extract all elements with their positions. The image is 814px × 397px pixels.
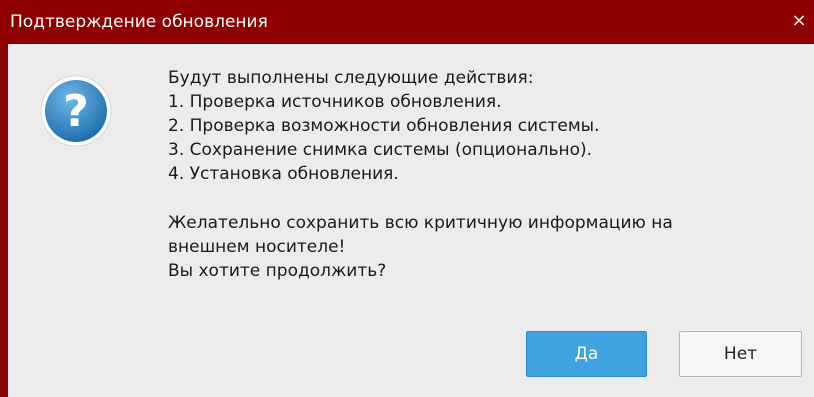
message-line: Будут выполнены следующие действия: [168, 68, 534, 88]
message-line: 3. Сохранение снимка системы (опциональн… [168, 140, 593, 160]
yes-button[interactable]: Да [526, 331, 647, 377]
close-icon[interactable]: × [789, 11, 809, 31]
dialog-body: ? Будут выполнены следующие действия: 1.… [8, 44, 814, 397]
question-line: Вы хотите продолжить? [168, 261, 387, 281]
svg-text:?: ? [63, 86, 89, 137]
warning-line: Желательно сохранить всю критичную инфор… [168, 213, 673, 233]
no-button[interactable]: Нет [679, 331, 802, 377]
message-line: 1. Проверка источников обновления. [168, 92, 502, 112]
dialog-window: Подтверждение обновления × ? Будут выпол… [0, 0, 814, 397]
question-icon: ? [40, 75, 112, 147]
dialog-title: Подтверждение обновления [10, 12, 268, 32]
message-text: Будут выполнены следующие действия: 1. П… [168, 66, 798, 283]
title-bar[interactable]: Подтверждение обновления × [0, 0, 814, 44]
warning-line: внешнем носителе! [168, 237, 346, 257]
message-line: 4. Установка обновления. [168, 164, 399, 184]
message-line: 2. Проверка возможности обновления систе… [168, 116, 600, 136]
